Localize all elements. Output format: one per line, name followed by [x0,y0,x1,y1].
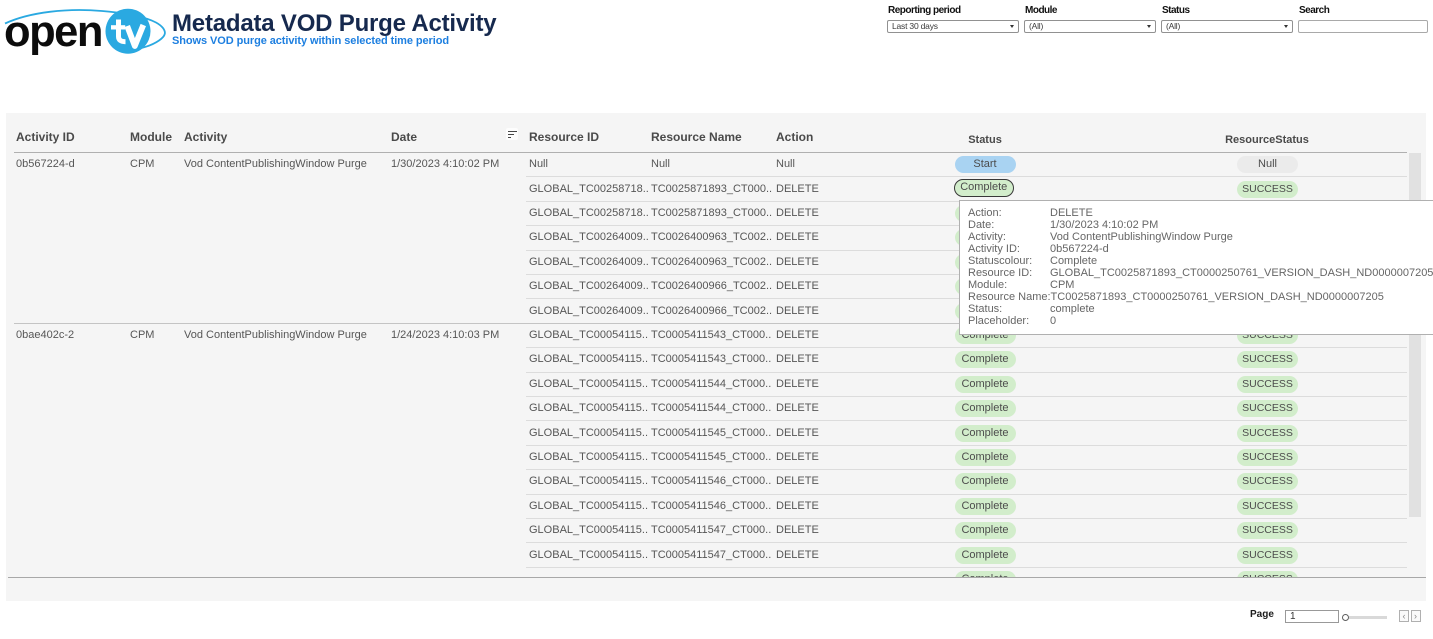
svg-text:open: open [4,8,102,56]
